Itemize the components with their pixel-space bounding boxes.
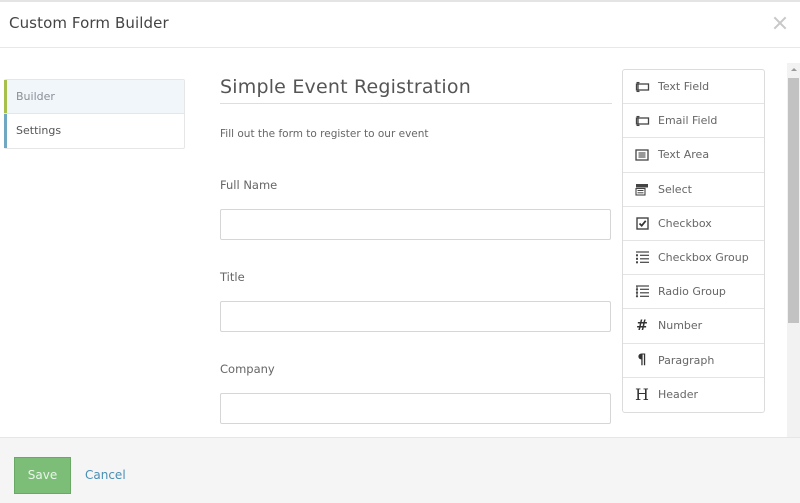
nav-item-label: Settings xyxy=(16,124,62,137)
select-icon xyxy=(634,182,650,196)
company-input[interactable] xyxy=(220,393,611,424)
number-icon: # xyxy=(636,317,648,334)
email-field-icon xyxy=(634,114,650,128)
palette-item-header[interactable]: H Header xyxy=(623,378,764,412)
palette-item-label: Text Field xyxy=(658,80,710,94)
dialog-footer: Save Cancel xyxy=(0,437,800,503)
form-preview: Simple Event Registration Fill out the f… xyxy=(220,70,612,424)
header-icon: H xyxy=(635,384,649,404)
field-palette: Text Field Email Field Text Area Select … xyxy=(622,69,765,413)
nav-item-label: Builder xyxy=(16,90,55,103)
checkbox-icon xyxy=(634,216,650,230)
palette-item-number[interactable]: # Number xyxy=(623,309,764,344)
dialog-title: Custom Form Builder xyxy=(9,14,169,32)
cancel-link[interactable]: Cancel xyxy=(85,468,126,482)
palette-item-label: Checkbox Group xyxy=(658,251,749,265)
company-label: Company xyxy=(220,362,275,376)
palette-item-label: Text Area xyxy=(658,148,710,162)
palette-item-checkbox[interactable]: Checkbox xyxy=(623,207,764,241)
scrollbar-thumb[interactable] xyxy=(788,78,799,323)
form-title[interactable]: Simple Event Registration xyxy=(220,70,612,104)
nav-item-settings[interactable]: Settings xyxy=(4,114,184,148)
paragraph-icon: ¶ xyxy=(637,352,647,369)
full-name-input[interactable] xyxy=(220,209,611,240)
palette-item-text-area[interactable]: Text Area xyxy=(623,138,764,173)
palette-item-label: Radio Group xyxy=(658,285,726,299)
checkbox-group-icon xyxy=(634,251,650,265)
palette-item-label: Number xyxy=(658,319,703,333)
close-icon[interactable] xyxy=(772,15,788,31)
custom-form-builder-dialog: Custom Form Builder Builder Settings Sim… xyxy=(0,0,800,503)
palette-item-radio-group[interactable]: Radio Group xyxy=(623,275,764,310)
side-nav: Builder Settings xyxy=(4,79,185,149)
palette-item-label: Header xyxy=(658,388,699,402)
save-button[interactable]: Save xyxy=(14,457,71,494)
title-label: Title xyxy=(220,270,245,284)
vertical-scrollbar[interactable] xyxy=(787,63,800,437)
palette-item-label: Select xyxy=(658,182,692,196)
full-name-label: Full Name xyxy=(220,178,278,192)
palette-item-checkbox-group[interactable]: Checkbox Group xyxy=(623,241,764,276)
dialog-header: Custom Form Builder xyxy=(0,2,800,48)
palette-item-paragraph[interactable]: ¶ Paragraph xyxy=(623,344,764,378)
nav-item-builder[interactable]: Builder xyxy=(4,80,184,114)
form-description[interactable]: Fill out the form to register to our eve… xyxy=(220,128,612,140)
palette-item-select[interactable]: Select xyxy=(623,173,764,207)
scroll-up-arrow-icon[interactable] xyxy=(787,63,800,77)
palette-item-label: Checkbox xyxy=(658,216,712,230)
palette-item-text-field[interactable]: Text Field xyxy=(623,70,764,105)
palette-item-email-field[interactable]: Email Field xyxy=(623,104,764,139)
text-field-icon xyxy=(634,80,650,94)
text-area-icon xyxy=(634,148,650,162)
palette-item-label: Email Field xyxy=(658,114,718,128)
palette-item-label: Paragraph xyxy=(658,353,715,367)
radio-group-icon xyxy=(634,285,650,299)
title-input[interactable] xyxy=(220,301,611,332)
